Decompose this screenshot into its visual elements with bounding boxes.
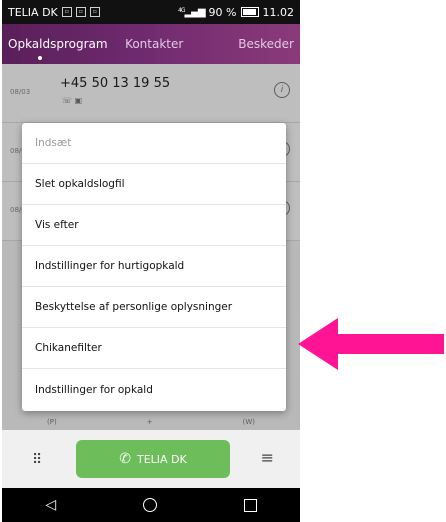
hamburger-menu-icon[interactable]: ≡ [261,448,274,467]
system-nav-bar: ◁ [2,488,300,522]
menu-item-paste: Indsæt [22,123,286,164]
menu-item-harassment-filter[interactable]: Chikanefilter [22,328,286,369]
image-icon: ▫ [75,7,86,17]
recent-apps-icon[interactable] [243,498,257,512]
phone-icon: ✆ [119,451,131,467]
menu-item-delete-call-log[interactable]: Slet opkaldslogfil [22,164,286,205]
menu-item-call-settings[interactable]: Indstillinger for opkald [22,369,286,410]
phone-screen: TELIA DK ▫ ▫ ▫ 4G▂▄▆ 90 % 11.02 Opkaldsp… [2,0,300,522]
signal-icon: 4G▂▄▆ [178,6,206,18]
active-tab-indicator [38,56,42,60]
status-bar: TELIA DK ▫ ▫ ▫ 4G▂▄▆ 90 % 11.02 [2,0,300,24]
dialpad-grid-icon[interactable]: ⠿ [32,452,42,468]
dialer-bottom-bar: ⠿ ✆ TELIA DK ≡ [2,430,300,488]
home-icon[interactable] [142,498,157,512]
tab-contacts[interactable]: Kontakter [108,37,201,51]
network-type-badge: 4G [178,6,186,14]
battery-percent: 90 % [208,5,237,19]
tab-messages[interactable]: Beskeder [201,37,294,51]
menu-item-privacy[interactable]: Beskyttelse af personlige oplysninger [22,287,286,328]
call-button[interactable]: ✆ TELIA DK [76,440,230,478]
tab-bar: Opkaldsprogram Kontakter Beskeder [2,24,300,64]
menu-item-sort-by[interactable]: Vis efter [22,205,286,246]
notification-icon: ▫ [61,7,72,17]
menu-item-speed-dial-settings[interactable]: Indstillinger for hurtigopkald [22,246,286,287]
message-icon: ▫ [89,7,100,17]
options-menu: Indsæt Slet opkaldslogfil Vis efter Inds… [22,123,286,411]
carrier-name: TELIA DK [8,5,58,19]
back-icon[interactable]: ◁ [45,497,56,513]
tab-dialer[interactable]: Opkaldsprogram [8,37,108,60]
battery-icon [240,7,259,17]
clock: 11.02 [262,5,295,19]
call-button-label: TELIA DK [136,452,187,466]
pointer-arrow [298,318,444,370]
